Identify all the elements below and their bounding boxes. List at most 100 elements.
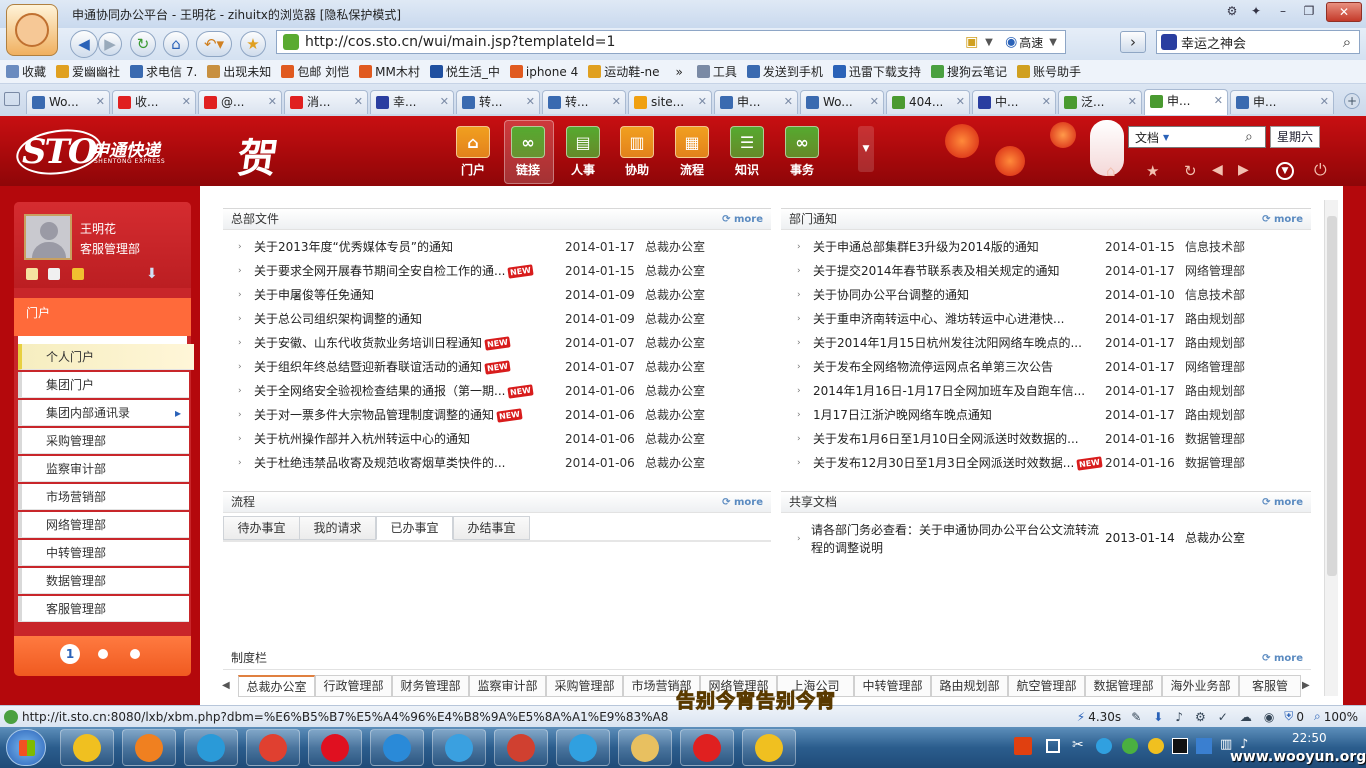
taskbar-app-button[interactable] — [246, 729, 300, 766]
browser-tab[interactable]: 申... ✕ — [714, 90, 798, 114]
list-item[interactable]: › 关于发布全网络物流停运网点名单第三次公告 2014-01-17 网络管理部 — [797, 355, 1265, 379]
flow-tab[interactable]: 办结事宜 — [453, 516, 530, 540]
sidebar-item[interactable]: 数据管理部 — [18, 568, 189, 594]
taskbar-app-button[interactable] — [184, 729, 238, 766]
list-item[interactable]: › 关于对一票多件大宗物品管理制度调整的通知 NEW 2014-01-06 总裁办公室 — [238, 403, 725, 427]
content-scrollbar[interactable] — [1324, 200, 1338, 696]
sidebar-item[interactable]: 市场营销部 — [18, 484, 189, 510]
start-button[interactable] — [6, 729, 46, 766]
system-tab[interactable]: 总裁办公室 — [238, 675, 315, 697]
tray-icon[interactable]: ✂ — [1072, 737, 1084, 753]
cloud-icon[interactable]: ☁ — [1240, 710, 1252, 724]
skin-icon[interactable]: ⚙ — [1222, 2, 1242, 22]
system-tab[interactable]: 监察审计部 — [469, 675, 546, 697]
list-item[interactable]: › 关于协同办公平台调整的通知 2014-01-10 信息技术部 — [797, 283, 1265, 307]
browser-tab[interactable]: 中... ✕ — [972, 90, 1056, 114]
favorite-item[interactable]: 运动鞋-ne — [588, 63, 660, 80]
item-title[interactable]: 2014年1月16日-1月17日全网加班车及自跑车信... — [813, 379, 1113, 403]
system-tab[interactable]: 采购管理部 — [546, 675, 623, 697]
sto-logo[interactable]: STO 申通快递 SHENTONG EXPRESS — [13, 124, 166, 180]
tab-close-icon[interactable]: ✕ — [526, 91, 535, 113]
item-title[interactable]: 关于组织年终总结暨迎新春联谊活动的通知 NEW — [254, 355, 554, 379]
item-title[interactable]: 关于对一票多件大宗物品管理制度调整的通知 NEW — [254, 403, 554, 427]
item-title[interactable]: 关于提交2014年春节联系表及相关规定的通知 — [813, 259, 1113, 283]
favorite-item[interactable]: 爱幽幽社 — [56, 63, 120, 80]
star-icon[interactable]: ★ — [1146, 162, 1159, 180]
go-button[interactable]: › — [1120, 31, 1146, 53]
address-dropdown-icon[interactable]: ▼ — [985, 37, 1005, 48]
systems-more-link[interactable]: ⟳ more — [1262, 648, 1303, 669]
home-icon[interactable]: ⌂ — [1106, 162, 1116, 180]
browser-tab[interactable]: 消... ✕ — [284, 90, 368, 114]
search-icon[interactable]: ⌕ — [1335, 33, 1359, 51]
eye-icon[interactable]: ◉ — [1264, 710, 1274, 724]
item-title[interactable]: 关于协同办公平台调整的通知 — [813, 283, 1113, 307]
favorite-item[interactable]: 搜狗云笔记 — [930, 63, 1007, 80]
flow-tab[interactable]: 我的请求 — [299, 516, 376, 540]
home-button[interactable]: ⌂ — [163, 31, 189, 57]
item-title[interactable]: 关于发布1月6日至1月10日全网派送时效数据的... — [813, 427, 1113, 451]
maximize-button[interactable]: ❐ — [1296, 2, 1322, 22]
item-title[interactable]: 关于2014年1月15日杭州发往沈阳网络车晚点的... — [813, 331, 1113, 355]
system-tab[interactable]: 路由规划部 — [931, 675, 1008, 697]
system-tab[interactable]: 数据管理部 — [1085, 675, 1162, 697]
flow-tab[interactable]: 待办事宜 — [223, 516, 300, 540]
favorite-item[interactable]: 包邮 刘恺 — [281, 63, 349, 80]
list-item[interactable]: › 关于申通总部集群E3升级为2014版的通知 2014-01-15 信息技术部 — [797, 235, 1265, 259]
topnav-item[interactable]: ▤ 人事 — [560, 126, 606, 178]
pager-dot-2[interactable] — [98, 649, 108, 659]
arrow-right-icon[interactable]: ▶ — [1238, 162, 1249, 178]
sidebar-item[interactable]: 个人门户 — [18, 344, 194, 370]
shield-icon[interactable]: ⛨ — [1284, 709, 1293, 724]
speed-mode-label[interactable]: 高速 — [1019, 34, 1043, 51]
favorite-item[interactable]: 收藏 — [6, 63, 46, 80]
item-title[interactable]: 关于重申济南转运中心、潍坊转运中心进港快... — [813, 307, 1113, 331]
sidebar-item[interactable]: 集团门户 — [18, 372, 189, 398]
tab-close-icon[interactable]: ✕ — [956, 91, 965, 113]
tray-icon[interactable] — [1172, 738, 1188, 754]
shirt-icon[interactable]: ✦ — [1246, 2, 1266, 22]
system-tab[interactable]: 行政管理部 — [315, 675, 392, 697]
browser-tab[interactable]: @... ✕ — [198, 90, 282, 114]
sogou-ime-icon[interactable] — [1014, 737, 1032, 755]
header-search[interactable]: 文档 ▼ ⌕ — [1128, 126, 1266, 148]
refresh-button[interactable]: ↻ — [130, 31, 156, 57]
tray-icon[interactable] — [1196, 738, 1212, 754]
system-tab[interactable]: 海外业务部 — [1162, 675, 1239, 697]
tab-close-icon[interactable]: ✕ — [784, 91, 793, 113]
system-tab[interactable]: 航空管理部 — [1008, 675, 1085, 697]
search-box[interactable]: 幸运之神会 ⌕ — [1156, 30, 1360, 54]
pager-dot-3[interactable] — [130, 649, 140, 659]
taskbar-app-button[interactable] — [122, 729, 176, 766]
topnav-item[interactable]: ∞ 事务 — [779, 126, 825, 178]
browser-tab[interactable]: 转... ✕ — [542, 90, 626, 114]
clock-time[interactable]: 22:50 — [1292, 731, 1327, 745]
list-item[interactable]: › 1月17日江浙沪晚网络车晚点通知 2014-01-17 路由规划部 — [797, 403, 1265, 427]
taskbar-app-button[interactable] — [556, 729, 610, 766]
sidebar-item[interactable]: 采购管理部 — [18, 428, 189, 454]
browser-tab[interactable]: 申... ✕ — [1144, 89, 1228, 115]
item-title[interactable]: 关于发布12月30日至1月3日全网派送时效数据... NEW — [813, 451, 1113, 475]
dept-notices-more-link[interactable]: ⟳ more — [1262, 209, 1303, 230]
rss-icon[interactable]: ▣ — [965, 34, 985, 50]
topnav-item[interactable]: ▦ 流程 — [669, 126, 715, 178]
taskbar-app-button[interactable] — [618, 729, 672, 766]
address-bar[interactable]: http://cos.sto.cn/wui/main.jsp?templateI… — [276, 30, 1066, 54]
back-button[interactable]: ◀ — [70, 30, 98, 58]
zoom-icon[interactable]: ⌕ — [1314, 709, 1321, 724]
hq-docs-more-link[interactable]: ⟳ more — [722, 209, 763, 230]
new-tab-button[interactable]: + — [1344, 93, 1360, 109]
favorite-item[interactable]: 出现未知 — [207, 63, 271, 80]
taskbar-app-button[interactable] — [60, 729, 114, 766]
tab-close-icon[interactable]: ✕ — [1320, 91, 1329, 113]
tab-list-icon[interactable] — [4, 92, 20, 106]
list-item[interactable]: › 关于发布12月30日至1月3日全网派送时效数据... NEW 2014-01-16… — [797, 451, 1265, 475]
favorite-item[interactable]: 求电信 7. — [130, 63, 197, 80]
browser-tab[interactable]: Wo... ✕ — [800, 90, 884, 114]
download-icon[interactable]: ⬇ — [146, 266, 158, 282]
url-text[interactable]: http://cos.sto.cn/wui/main.jsp?templateI… — [305, 34, 965, 50]
item-title[interactable]: 1月17日江浙沪晚网络车晚点通知 — [813, 403, 1113, 427]
close-button[interactable]: ✕ — [1326, 2, 1362, 22]
system-tab[interactable]: 中转管理部 — [854, 675, 931, 697]
volume-icon[interactable]: ♪ — [1175, 710, 1183, 724]
